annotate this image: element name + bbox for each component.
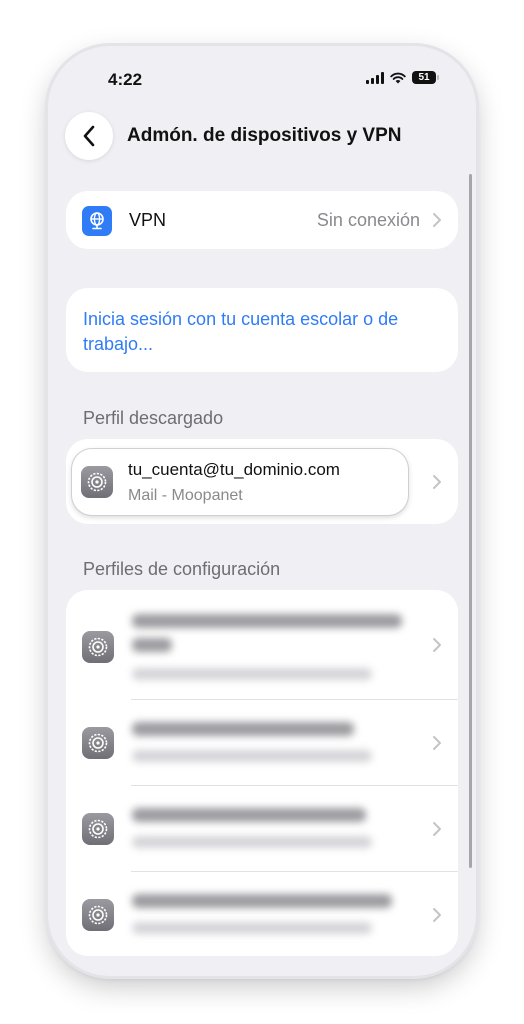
config-profile-row[interactable] (66, 590, 458, 700)
downloaded-profile-row[interactable]: tu_cuenta@tu_dominio.com Mail - Moopanet (72, 449, 408, 515)
vpn-status: Sin conexión (316, 210, 420, 230)
config-profiles-card (66, 590, 458, 956)
redacted-profile-title (132, 808, 366, 822)
settings-gear-icon (82, 631, 114, 663)
navigation-bar: Admón. de dispositivos y VPN (48, 108, 476, 164)
chevron-right-icon (433, 475, 441, 489)
redacted-profile-subtitle (132, 750, 372, 762)
settings-gear-icon (81, 466, 113, 498)
phone-screen: 4:22 51 Admón. de dispositivos y VPN VPN… (48, 46, 476, 976)
profile-subtitle: Mail - Moopanet (128, 487, 243, 504)
chevron-right-icon (433, 908, 441, 922)
redacted-profile-subtitle (132, 836, 372, 848)
wifi-icon (390, 72, 406, 83)
settings-gear-icon (82, 813, 114, 845)
redacted-profile-title (132, 614, 402, 628)
chevron-left-icon (83, 125, 95, 147)
redacted-profile-subtitle (132, 922, 372, 934)
redacted-profile-subtitle (132, 668, 372, 680)
vpn-label: VPN (129, 210, 167, 230)
redacted-profile-title (132, 722, 354, 736)
settings-gear-icon (82, 899, 114, 931)
back-button[interactable] (65, 112, 113, 160)
scrollbar[interactable] (469, 174, 472, 868)
vpn-globe-icon (82, 206, 112, 236)
chevron-right-icon (433, 638, 441, 652)
redacted-profile-title (132, 894, 392, 908)
battery-icon: 51 (412, 71, 439, 84)
signin-link[interactable]: Inicia sesión con tu cuenta escolar o de… (83, 307, 433, 357)
status-icons: 51 (366, 71, 439, 84)
config-profile-row[interactable] (66, 700, 458, 786)
section-header-config: Perfiles de configuración (83, 559, 281, 579)
config-profile-row[interactable] (66, 872, 458, 956)
signin-card: Inicia sesión con tu cuenta escolar o de… (66, 288, 458, 372)
profile-title: tu_cuenta@tu_dominio.com (128, 460, 340, 479)
page-title: Admón. de dispositivos y VPN (127, 125, 402, 146)
config-profile-row[interactable] (66, 786, 458, 872)
vpn-row[interactable]: VPN Sin conexión (66, 191, 458, 249)
status-bar: 4:22 51 (48, 46, 476, 106)
downloaded-profile-card: tu_cuenta@tu_dominio.com Mail - Moopanet (66, 439, 458, 524)
cellular-signal-icon (366, 71, 384, 84)
chevron-right-icon (433, 822, 441, 836)
redacted-profile-title (132, 638, 172, 652)
chevron-right-icon (433, 213, 441, 227)
section-header-downloaded: Perfil descargado (83, 408, 224, 428)
chevron-right-icon (433, 736, 441, 750)
status-time: 4:22 (108, 70, 143, 89)
settings-gear-icon (82, 727, 114, 759)
